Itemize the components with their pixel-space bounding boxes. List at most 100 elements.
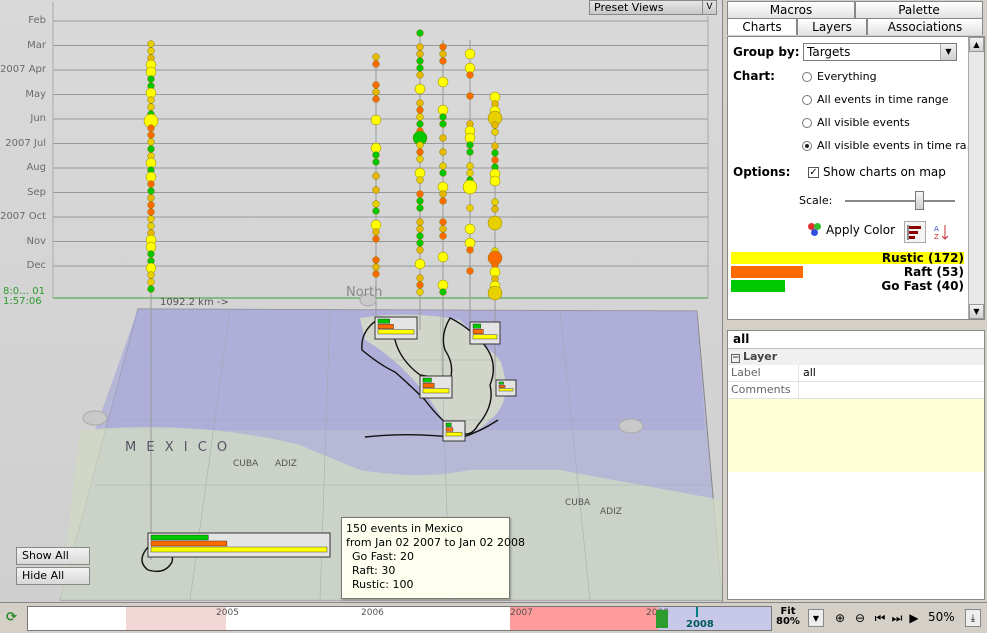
- charts-pane: Group by: Targets ▼ Chart: Everything All…: [727, 36, 985, 320]
- show-all-button[interactable]: Show All: [16, 547, 90, 565]
- event-dot: [491, 142, 499, 150]
- sort-icon[interactable]: AZ: [931, 221, 953, 243]
- event-dot: [416, 43, 424, 51]
- preset-views-dropdown[interactable]: Preset Views V: [589, 0, 717, 15]
- radio-label: All events in time range: [817, 93, 949, 106]
- collapse-icon[interactable]: −: [731, 354, 740, 363]
- event-dot: [416, 246, 424, 254]
- event-dot: [147, 187, 155, 195]
- radio-button[interactable]: [802, 71, 812, 82]
- range-end-handle[interactable]: [656, 610, 668, 628]
- layer-section-header[interactable]: − Layer: [728, 349, 984, 365]
- event-dot: [147, 131, 155, 139]
- scale-slider-thumb[interactable]: [914, 191, 924, 210]
- current-year-label: 2008: [686, 619, 714, 630]
- tab-macros[interactable]: Macros: [727, 1, 855, 18]
- chart-radio-option[interactable]: All visible events: [802, 116, 910, 129]
- current-time-clock: 1:57:06: [3, 296, 42, 307]
- event-dot: [416, 204, 424, 212]
- comments-property-value[interactable]: [799, 382, 803, 398]
- layer-properties: all − Layer Label all Comments: [727, 330, 985, 600]
- tab-charts[interactable]: Charts: [727, 18, 797, 35]
- legend-label: Rustic (172): [881, 251, 964, 265]
- radio-button[interactable]: [802, 117, 812, 128]
- chart-radio-option[interactable]: Everything: [802, 70, 877, 83]
- legend-bar: [731, 280, 786, 292]
- chart-radio-option[interactable]: All visible events in time ra…: [802, 139, 977, 152]
- month-label: May: [25, 88, 46, 100]
- label-property-value[interactable]: all: [799, 365, 816, 381]
- chevron-down-icon[interactable]: ▼: [940, 44, 956, 60]
- event-dot: [372, 151, 380, 159]
- bar-chart-style-icon[interactable]: [904, 221, 926, 243]
- north-label: North: [346, 285, 383, 300]
- scroll-up-icon[interactable]: ▲: [969, 37, 984, 52]
- tab-palette[interactable]: Palette: [855, 1, 983, 18]
- fit-value: 80%: [776, 616, 800, 627]
- zoom-in-icon[interactable]: ⊕: [832, 609, 848, 627]
- apply-color-button[interactable]: Apply Color: [808, 223, 895, 237]
- event-dot: [416, 57, 424, 65]
- mini-chart-bar: [472, 334, 498, 340]
- event-dot: [416, 29, 424, 37]
- event-dot: [147, 194, 155, 202]
- event-dot: [372, 200, 380, 208]
- event-dot: [439, 218, 447, 226]
- legend-row[interactable]: Raft (53): [731, 265, 964, 279]
- scroll-down-icon[interactable]: ▼: [969, 304, 984, 319]
- event-dot: [416, 288, 424, 296]
- zoom-percent: 50%: [928, 610, 955, 624]
- time-track[interactable]: 2005 2006 2007 2008 2008: [27, 606, 772, 631]
- layer-section-label: Layer: [743, 350, 778, 363]
- layer-name: all: [728, 331, 984, 349]
- event-dot: [416, 197, 424, 205]
- event-dot: [414, 258, 426, 270]
- skip-back-icon[interactable]: ⏮: [872, 609, 888, 627]
- mini-chart-bar: [150, 546, 328, 553]
- event-dot: [147, 47, 155, 55]
- tick-2006: 2006: [361, 608, 384, 618]
- event-dot: [416, 190, 424, 198]
- svg-text:Z: Z: [934, 233, 939, 241]
- zoom-out-icon[interactable]: ⊖: [852, 609, 868, 627]
- chart-radio-option[interactable]: All events in time range: [802, 93, 949, 106]
- map-label-cuba: CUBA: [233, 459, 259, 469]
- hide-all-button[interactable]: Hide All: [16, 567, 90, 585]
- step-forward-icon[interactable]: ⏭: [889, 609, 905, 627]
- charts-scrollbar[interactable]: ▲ ▼: [968, 37, 984, 319]
- map-viewport[interactable]: Feb Mar 2007 Apr May Jun 2007 Jul Aug Sep 2007 O…: [0, 0, 722, 602]
- fit-button[interactable]: Fit 80%: [776, 607, 800, 627]
- legend-row[interactable]: Go Fast (40): [731, 279, 964, 293]
- legend-label: Go Fast (40): [881, 279, 964, 293]
- event-dot: [487, 215, 503, 231]
- mini-chart-bar: [445, 432, 463, 437]
- tab-associations[interactable]: Associations: [867, 18, 983, 35]
- fit-dropdown-icon[interactable]: ▼: [808, 609, 824, 627]
- month-label: Jun: [30, 113, 46, 124]
- play-icon[interactable]: ▶: [906, 609, 922, 627]
- event-dot: [466, 204, 474, 212]
- show-charts-checkbox[interactable]: ✓ Show charts on map: [808, 165, 946, 179]
- mini-chart-bar: [472, 329, 484, 334]
- legend-row[interactable]: Rustic (172): [731, 251, 964, 265]
- event-dot: [372, 207, 380, 215]
- mini-chart-bar: [377, 324, 394, 329]
- preset-views-dropdown-button[interactable]: V: [702, 1, 716, 14]
- preset-views-label: Preset Views: [594, 1, 664, 14]
- scale-slider-track[interactable]: [845, 200, 955, 202]
- download-icon[interactable]: ⤓: [965, 609, 981, 627]
- tab-layers[interactable]: Layers: [797, 18, 867, 35]
- comments-property-row[interactable]: Comments: [728, 382, 984, 399]
- comments-edit-area[interactable]: [728, 399, 984, 472]
- range-start-handle[interactable]: [500, 610, 510, 628]
- radio-button[interactable]: [802, 94, 812, 105]
- event-dot: [416, 148, 424, 156]
- label-property-row[interactable]: Label all: [728, 365, 984, 382]
- comments-property-key: Comments: [728, 382, 799, 398]
- group-by-select[interactable]: Targets ▼: [803, 43, 957, 61]
- radio-button[interactable]: [802, 140, 812, 151]
- event-dot: [414, 83, 426, 95]
- checkbox-box[interactable]: ✓: [808, 166, 819, 178]
- refresh-icon[interactable]: ⟳: [6, 610, 17, 625]
- rgb-color-icon: [808, 223, 822, 237]
